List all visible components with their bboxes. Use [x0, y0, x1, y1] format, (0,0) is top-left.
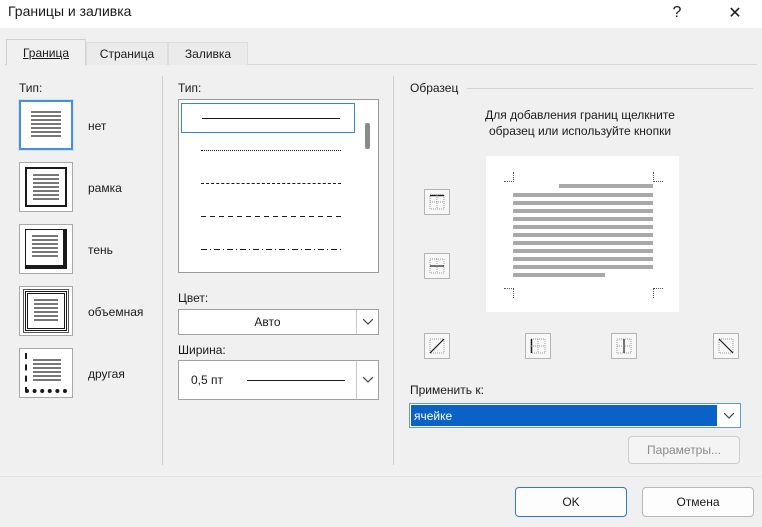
corner-mark	[653, 288, 663, 298]
diagonal-down-icon	[718, 338, 734, 354]
preview-heading: Образец	[410, 81, 459, 95]
border-left-button[interactable]	[525, 333, 551, 359]
color-label: Цвет:	[178, 291, 209, 305]
setting-box-icon	[25, 167, 67, 207]
border-inside-horizontal-icon	[429, 258, 445, 274]
style-dash[interactable]	[181, 202, 355, 232]
help-button[interactable]: ?	[658, 0, 696, 26]
cancel-button[interactable]: Отмена	[642, 487, 754, 517]
style-scrollbar[interactable]	[362, 120, 374, 260]
preview-area[interactable]	[486, 156, 679, 312]
diagonal-up-button[interactable]	[424, 333, 450, 359]
chevron-down-icon[interactable]	[356, 361, 378, 399]
tab-borders[interactable]: Граница	[6, 39, 86, 66]
corner-mark	[504, 172, 514, 182]
apply-to-dropdown[interactable]: ячейке	[409, 403, 741, 428]
style-solid[interactable]	[181, 103, 355, 133]
footer-divider	[0, 476, 762, 477]
setting-shadow-icon	[25, 229, 67, 269]
setting-custom-button[interactable]	[19, 348, 73, 398]
style-list[interactable]	[178, 99, 379, 273]
tab-borders-label: Граница	[22, 45, 70, 60]
options-button[interactable]: Параметры...	[628, 436, 740, 464]
color-dropdown[interactable]: Авто	[178, 309, 379, 335]
setting-shadow-label: тень	[88, 243, 113, 257]
style-dotted[interactable]	[181, 136, 355, 166]
border-top-icon	[429, 194, 445, 210]
apply-to-value: ячейке	[411, 405, 717, 426]
separator-left	[162, 76, 163, 465]
tab-page-border[interactable]: Страница	[86, 42, 168, 65]
close-button[interactable]: ✕	[716, 0, 754, 26]
width-sample-line	[247, 380, 345, 381]
setting-shadow-button[interactable]	[19, 224, 73, 274]
border-inside-horizontal-button[interactable]	[424, 253, 450, 279]
diagonal-up-icon	[429, 338, 445, 354]
setting-box-label: рамка	[88, 181, 122, 195]
width-value: 0,5 пт	[191, 373, 224, 387]
style-dash-dot[interactable]	[181, 235, 355, 265]
setting-3d-icon	[23, 289, 69, 333]
border-top-button[interactable]	[424, 189, 450, 215]
tab-shading-label: Заливка	[184, 47, 232, 61]
preview-hint-line1: Для добавления границ щелкните	[485, 108, 675, 122]
setting-3d-label: объемная	[88, 305, 144, 319]
dialog-title: Границы и заливка	[8, 3, 132, 19]
setting-none-label: нет	[88, 119, 107, 133]
apply-to-label: Применить к:	[410, 383, 484, 397]
setting-3d-button[interactable]	[19, 286, 73, 336]
setting-none-icon	[25, 105, 67, 145]
setting-none-button[interactable]	[18, 99, 74, 151]
preview-hint-line2: образец или используйте кнопки	[488, 124, 672, 138]
separator-right	[393, 76, 394, 465]
style-heading: Тип:	[178, 81, 202, 95]
diagonal-down-button[interactable]	[713, 333, 739, 359]
style-small-dash[interactable]	[181, 169, 355, 199]
setting-box-button[interactable]	[19, 162, 73, 212]
ok-button[interactable]: OK	[515, 487, 627, 517]
setting-custom-label: другая	[88, 367, 125, 381]
border-left-icon	[530, 338, 546, 354]
style-scrollbar-thumb[interactable]	[365, 123, 370, 149]
tab-shading[interactable]: Заливка	[168, 42, 248, 65]
color-value: Авто	[254, 315, 281, 329]
width-label: Ширина:	[178, 343, 226, 357]
setting-heading: Тип:	[19, 81, 43, 95]
border-inside-vertical-button[interactable]	[611, 333, 637, 359]
chevron-down-icon[interactable]	[356, 310, 378, 334]
tab-page-border-label: Страница	[99, 47, 155, 61]
chevron-down-icon[interactable]	[718, 404, 740, 427]
width-dropdown[interactable]: 0,5 пт	[178, 360, 379, 400]
border-inside-vertical-icon	[616, 338, 632, 354]
preview-heading-line	[467, 88, 753, 89]
setting-custom-icon	[25, 353, 67, 393]
corner-mark	[504, 288, 514, 298]
corner-mark	[653, 172, 663, 182]
